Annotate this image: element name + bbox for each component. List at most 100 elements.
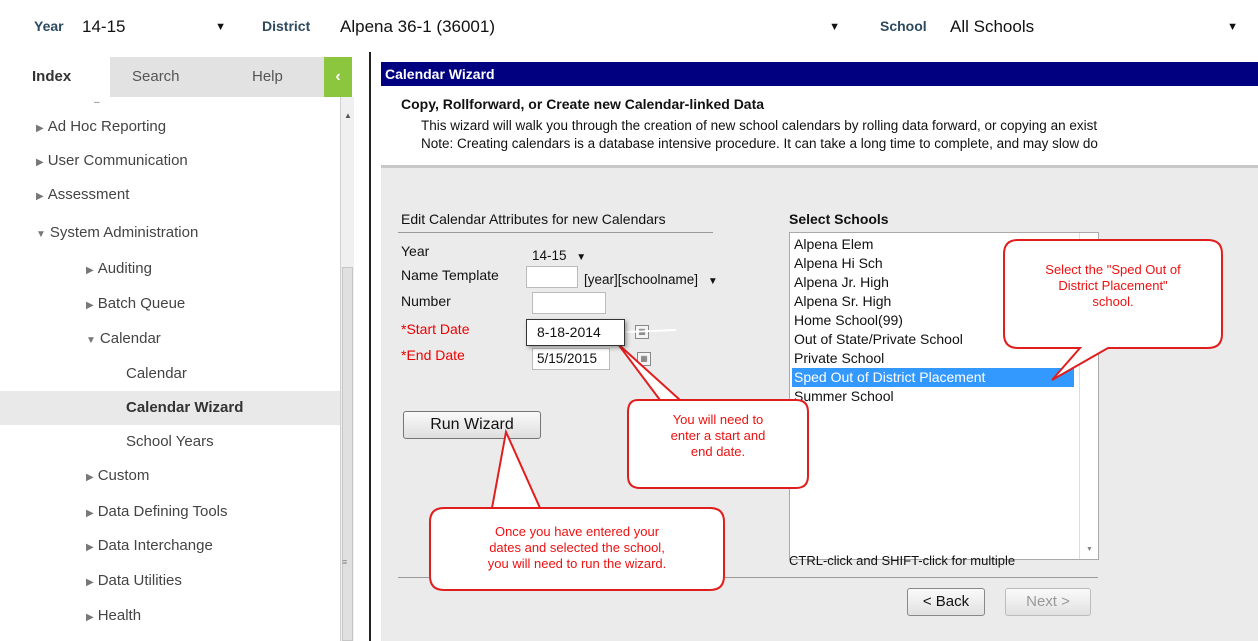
caret-right-icon: ▶ [36, 157, 44, 168]
nav-item-label: Ad Hoc Reporting [47, 118, 167, 135]
back-button[interactable]: < Back [907, 588, 985, 616]
nav-item-data-interchange[interactable]: ▶ Data Interchange [0, 529, 340, 563]
nav-item-label: School Years [126, 433, 214, 450]
nav-item-label: Assessment [47, 186, 130, 203]
chevron-down-icon: ▼ [707, 276, 718, 287]
tab-search[interactable]: Search [132, 57, 180, 97]
chevron-left-icon: ‹ [335, 68, 341, 85]
callout-line: school. [1092, 294, 1134, 309]
district-label: District [262, 18, 311, 34]
school-label: School [880, 18, 927, 34]
callout-line: dates and selected the school, [489, 540, 665, 555]
chevron-down-icon: ▼ [576, 252, 587, 263]
district-select[interactable]: Alpena 36-1 (36001) ▼ [338, 14, 846, 40]
list-item[interactable]: Alpena Elem [792, 235, 1074, 254]
callout-dates-text: You will need to enter a start and end d… [630, 412, 806, 460]
callout-line: District Placement" [1058, 278, 1168, 293]
school-select-value: All Schools [950, 17, 1035, 36]
nav-item-label: Data Interchange [97, 537, 213, 554]
nav-item-custom[interactable]: ▶ Custom [0, 459, 340, 493]
tab-index[interactable]: Index [0, 57, 110, 97]
page-title: Calendar Wizard [381, 62, 1258, 86]
nav-item-health[interactable]: ▶ Health [0, 599, 340, 633]
district-select-value: Alpena 36-1 (36001) [340, 17, 496, 36]
next-button[interactable]: Next > [1005, 588, 1091, 616]
scroll-down-icon[interactable]: ▼ [1086, 546, 1093, 553]
intro-note: Note: Creating calendars is a database i… [421, 136, 1098, 151]
nav-item-label: Data Utilities [97, 572, 182, 589]
divider [398, 232, 713, 233]
year-select[interactable]: 14-15 ▼ [80, 14, 232, 40]
chevron-down-icon: ▼ [1227, 21, 1238, 33]
nav-item-school-years[interactable]: School Years [0, 425, 340, 459]
list-item[interactable]: Out of State/Private School [792, 330, 1074, 349]
year-field-value: 14-15 [532, 248, 567, 263]
nav-item-user-communication[interactable]: ▶ User Communication [0, 144, 340, 178]
caret-down-icon: ▼ [36, 229, 46, 240]
multi-select-hint: CTRL-click and SHIFT-click for multiple [789, 553, 1016, 568]
nav-item-calendar-group[interactable]: ▼ Calendar [0, 322, 340, 356]
start-date-highlight: 8-18-2014 [526, 319, 625, 346]
index-tree: – ▶ Ad Hoc Reporting ▶ User Communication … [0, 97, 340, 641]
chevron-down-icon: ▼ [215, 21, 226, 33]
nav-item-batch-queue[interactable]: ▶ Batch Queue [0, 287, 340, 321]
name-template-label: Name Template [401, 267, 499, 283]
caret-right-icon: ▶ [86, 472, 94, 483]
nav-item-calendar-wizard[interactable]: Calendar Wizard [0, 391, 340, 425]
nav-item-label: Calendar [99, 330, 161, 347]
calendar-icon[interactable]: ▦ [637, 352, 651, 366]
end-date-input[interactable]: 5/15/2015 [532, 348, 610, 370]
caret-right-icon: ▶ [86, 577, 94, 588]
scrollbar-thumb[interactable] [342, 267, 353, 641]
nav-item-data-defining-tools[interactable]: ▶ Data Defining Tools [0, 495, 340, 529]
intro-description: This wizard will walk you through the cr… [421, 118, 1098, 133]
collapse-sidebar-button[interactable]: ‹ [324, 57, 352, 97]
nav-item-assessment[interactable]: ▶ Assessment [0, 178, 340, 212]
year-label: Year [34, 18, 64, 34]
list-item[interactable]: Home School(99) [792, 311, 1074, 330]
name-template-select[interactable]: [year][schoolname] ▼ [584, 269, 756, 291]
tab-help[interactable]: Help [252, 57, 283, 97]
nav-item-label: Calendar Wizard [126, 399, 244, 416]
number-label: Number [401, 293, 451, 309]
caret-right-icon: ▶ [86, 300, 94, 311]
select-schools-heading: Select Schools [789, 211, 889, 227]
calendar-icon[interactable]: ▦ [635, 325, 649, 339]
run-wizard-button[interactable]: Run Wizard [403, 411, 541, 439]
name-template-input[interactable] [526, 266, 578, 288]
nav-item-ad-hoc-reporting[interactable]: ▶ Ad Hoc Reporting [0, 110, 340, 144]
callout-school-text: Select the "Sped Out of District Placeme… [1008, 262, 1218, 310]
nav-item-label: Batch Queue [97, 295, 186, 312]
nav-item-auditing[interactable]: ▶ Auditing [0, 252, 340, 286]
nav-item-label: Custom [97, 467, 150, 484]
nav-item-label: Data Defining Tools [97, 503, 228, 520]
scroll-remnant: – [94, 97, 100, 108]
intro-title: Copy, Rollforward, or Create new Calenda… [401, 96, 765, 112]
context-bar: Year 14-15 ▼ District Alpena 36-1 (36001… [0, 0, 1258, 52]
callout-run-text: Once you have entered your dates and sel… [432, 524, 722, 572]
nav-item-calendar[interactable]: Calendar [0, 357, 340, 391]
number-input[interactable] [532, 292, 606, 314]
nav-item-label: Calendar [126, 365, 187, 382]
caret-right-icon: ▶ [36, 191, 44, 202]
year-field-select[interactable]: 14-15 ▼ [532, 245, 612, 267]
list-item[interactable]: Summer School [792, 387, 1074, 406]
attributes-heading: Edit Calendar Attributes for new Calenda… [401, 211, 666, 227]
intro-box: Copy, Rollforward, or Create new Calenda… [381, 86, 1258, 168]
name-template-value: [year][schoolname] [584, 272, 699, 287]
callout-line: you will need to run the wizard. [487, 556, 667, 571]
caret-right-icon: ▶ [86, 542, 94, 553]
nav-item-label: User Communication [47, 152, 188, 169]
divider [398, 577, 1098, 578]
nav-tabs: Index Search Help ‹ [0, 57, 352, 97]
list-item-selected[interactable]: Sped Out of District Placement [792, 368, 1074, 387]
start-date-label: *Start Date [401, 321, 470, 337]
index-scrollbar[interactable]: ▲ ≡ [340, 97, 354, 641]
list-item[interactable]: Private School [792, 349, 1074, 368]
scroll-up-icon[interactable]: ▲ [344, 111, 352, 120]
nav-item-data-utilities[interactable]: ▶ Data Utilities [0, 564, 340, 598]
callout-line: enter a start and [670, 428, 766, 443]
panel-divider[interactable] [354, 52, 371, 641]
nav-item-system-administration[interactable]: ▼ System Administration [0, 216, 340, 250]
school-select[interactable]: All Schools ▼ [948, 14, 1244, 40]
